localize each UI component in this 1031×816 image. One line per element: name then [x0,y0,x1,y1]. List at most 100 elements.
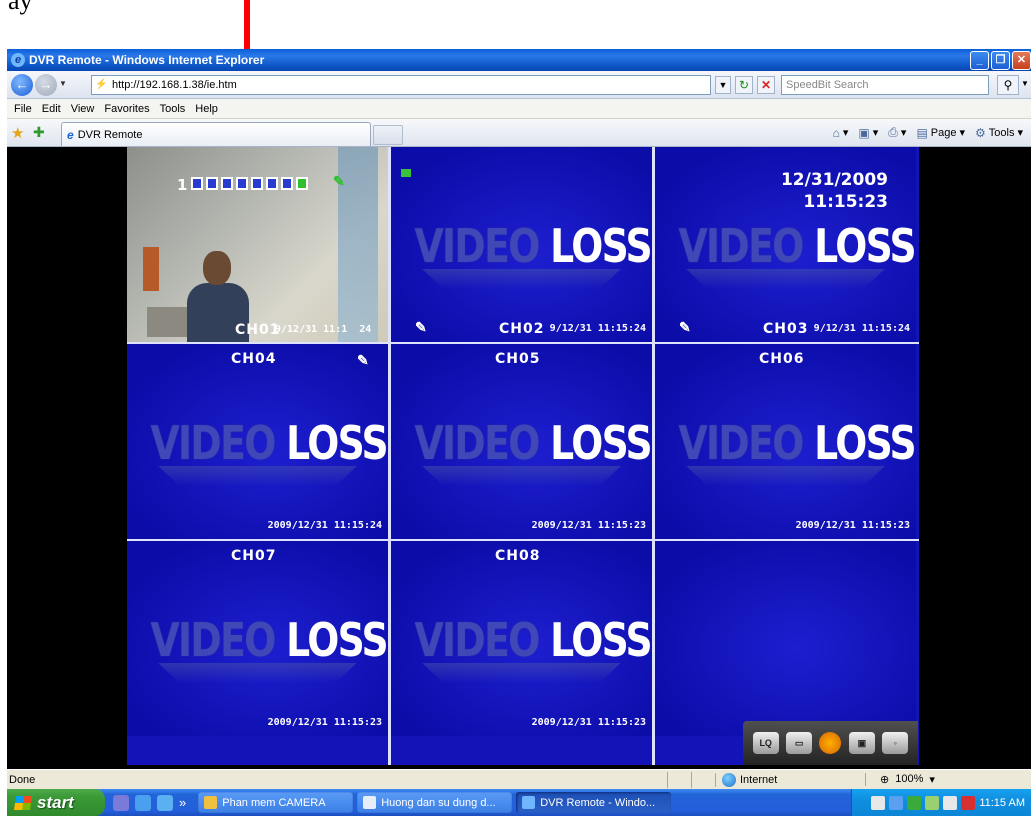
command-bar: ⌂ ▾ ▣ ▾ ⎙ ▾ ▤ Page ▾ ⚙ Tools ▾ [833,125,1023,140]
history-dropdown-icon[interactable]: ▼ [59,79,67,88]
windows-flag-icon [14,795,32,810]
channel-cell-ch04[interactable]: CH04 ✎ VIDEO LOSS 2009/12/31 11:15:24 [127,344,388,539]
start-button[interactable]: start [7,789,105,816]
page-content: 1 ✎ CH01 9/12/31 11:1 24 VIDEO LOSS ✎ CH… [7,147,1031,769]
page-icon: ▤ [916,125,928,140]
page-menu-button[interactable]: ▤ Page ▾ [916,126,965,140]
ie-quicklaunch-icon[interactable] [135,794,151,811]
ch04-label: CH04 [231,351,277,367]
menu-view[interactable]: View [66,103,100,115]
more-icon[interactable]: » [179,795,186,810]
menu-help[interactable]: Help [190,103,223,115]
grid-divider [127,539,919,541]
menu-edit[interactable]: Edit [37,103,66,115]
channel-status-boxes [191,177,308,190]
network-icon[interactable] [907,795,922,810]
person-head [203,251,231,285]
ch02-timestamp: 9/12/31 11:15:24 [549,323,646,334]
url-dropdown-button[interactable]: ▼ [715,76,731,94]
ch05-label: CH05 [495,351,541,367]
security-zone[interactable]: Internet [715,772,865,787]
add-favorites-icon[interactable]: ✚ [33,124,45,141]
video-loss-text: VIDEO LOSS [414,613,652,667]
ie-window: e DVR Remote - Windows Internet Explorer… [7,49,1031,816]
address-bar: ← → ▼ ⚡ http://192.168.1.38/ie.htm ▼ ↻ ✕… [7,71,1031,99]
maximize-button[interactable]: ❐ [991,51,1010,70]
tray-icon[interactable] [943,795,958,810]
menu-tools[interactable]: Tools [155,103,191,115]
camera-feed-ch01[interactable]: 1 ✎ CH01 9/12/31 11:1 24 [127,147,388,342]
search-options-icon[interactable]: ▼ [1021,79,1029,88]
grid-divider [127,342,919,344]
quality-button[interactable]: LQ [752,732,779,754]
task-phan-mem-camera[interactable]: Phan mem CAMERA [198,792,354,813]
forward-button[interactable]: → [35,74,57,96]
menu-file[interactable]: File [9,103,37,115]
new-tab-button[interactable] [373,125,403,145]
ch01-label: CH01 [235,322,281,338]
channel-cell-ch05[interactable]: CH05 VIDEO LOSS 2009/12/31 11:15:23 [391,344,652,539]
minimize-button[interactable]: _ [970,51,989,70]
window-title: DVR Remote - Windows Internet Explorer [29,53,265,67]
document-icon [363,796,377,809]
monitor-button[interactable]: ▭ [786,732,813,754]
channel-box-active [296,177,308,190]
task-dvr-remote[interactable]: DVR Remote - Windo... [516,792,672,813]
stop-button[interactable]: ✕ [757,76,775,94]
wall-poster [143,247,159,291]
ch08-label: CH08 [495,548,541,564]
antivirus-icon[interactable] [961,795,976,810]
zoom-control[interactable]: ⊕ 100% ▾ [865,773,935,786]
clock: 11:15 AM [979,796,1025,809]
channel-box [191,177,203,190]
search-input[interactable]: SpeedBit Search [781,75,989,95]
video-loss-reflection [686,269,885,289]
close-button[interactable]: ✕ [1012,51,1031,70]
ch04-timestamp: 2009/12/31 11:15:24 [267,520,382,531]
dvr-grid: 1 ✎ CH01 9/12/31 11:1 24 VIDEO LOSS ✎ CH… [127,147,919,765]
tools-menu-button[interactable]: ⚙ Tools ▾ [975,126,1023,140]
video-loss-reflection [422,269,621,289]
settings-button[interactable]: ◦ [882,732,909,754]
channel-cell-ch07[interactable]: CH07 VIDEO LOSS 2009/12/31 11:15:23 [127,541,388,736]
audio-icon: ✎ [415,319,427,335]
zoom-dropdown-icon: ▾ [929,774,935,786]
zoom-level: 100% [895,773,924,785]
channel-cell-ch06[interactable]: CH06 VIDEO LOSS 2009/12/31 11:15:23 [655,344,916,539]
favorites-star-icon[interactable]: ★ [11,124,24,142]
channel-cell-ch02[interactable]: VIDEO LOSS ✎ CH02 9/12/31 11:15:24 [391,147,652,342]
audio-icon: ✎ [357,352,369,368]
task-huong-dan[interactable]: Huong dan su dung d... [357,792,513,813]
record-button[interactable] [819,732,842,754]
tray-icon[interactable] [925,795,940,810]
url-input[interactable]: ⚡ http://192.168.1.38/ie.htm [91,75,711,95]
video-loss-reflection [158,466,357,486]
feeds-icon: ▣ [858,125,870,140]
feeds-button[interactable]: ▣ ▾ [858,126,878,140]
channel-box [251,177,263,190]
folder-icon [204,796,218,809]
ch02-label: CH02 [499,321,545,337]
channel-box [236,177,248,190]
task-label: Huong dan su dung d... [381,796,496,809]
start-label: start [37,792,74,812]
printer-icon: ⎙ [888,125,898,139]
status-divider [667,771,691,788]
ie-quicklaunch-icon[interactable] [157,794,173,811]
channel-box [266,177,278,190]
tab-dvr-remote[interactable]: e DVR Remote [61,122,371,146]
tray-icon[interactable] [889,795,904,810]
print-button[interactable]: ⎙ ▾ [888,125,906,140]
channel-cell-ch03[interactable]: 12/31/2009 11:15:23 VIDEO LOSS ✎ CH03 9/1… [655,147,916,342]
refresh-button[interactable]: ↻ [735,76,753,94]
channel-cell-ch08[interactable]: CH08 VIDEO LOSS 2009/12/31 11:15:23 [391,541,652,736]
globe-icon [722,772,736,787]
snapshot-button[interactable]: ▣ [848,732,875,754]
quicklaunch-icon[interactable] [113,794,129,811]
help-icon[interactable] [871,795,886,810]
back-button[interactable]: ← [11,74,33,96]
camera-number: 1 [177,176,188,194]
search-button[interactable]: ⚲ [997,75,1019,95]
menu-favorites[interactable]: Favorites [99,103,154,115]
home-button[interactable]: ⌂ ▾ [833,126,849,140]
